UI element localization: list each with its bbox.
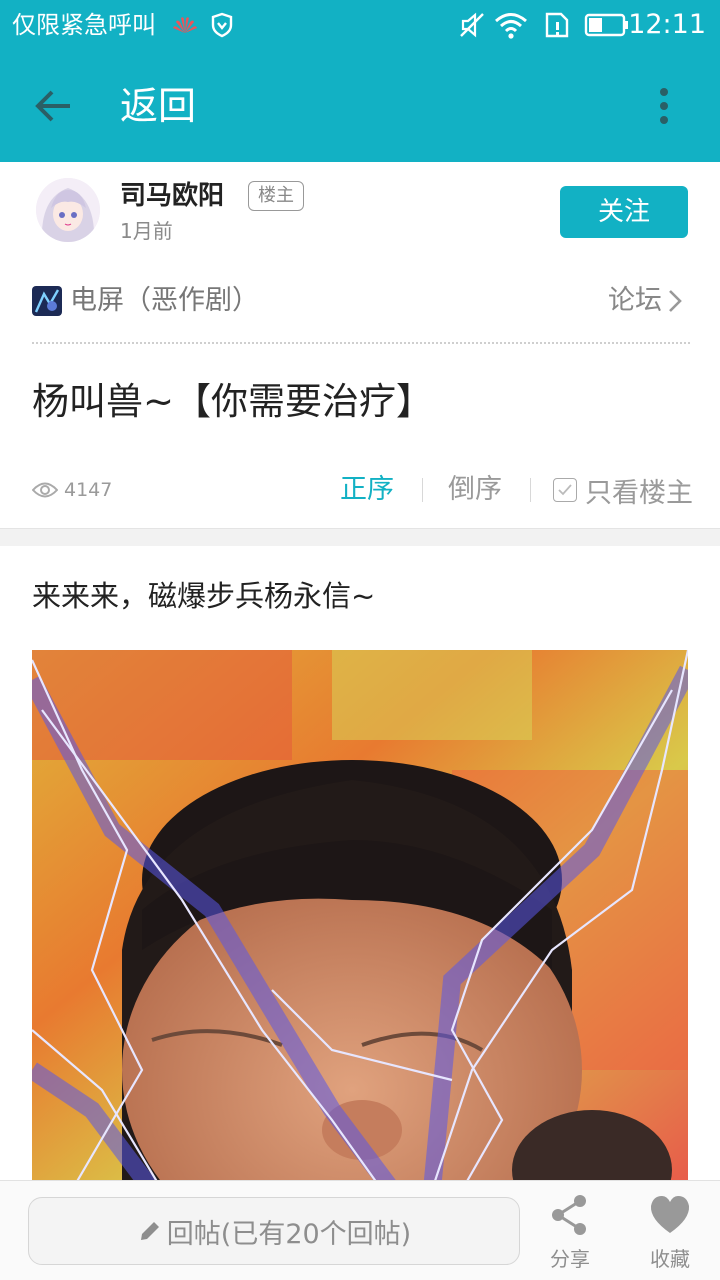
app-bar: 返回	[0, 50, 720, 162]
checkbox-icon[interactable]	[553, 478, 577, 502]
no-sim-icon	[544, 10, 570, 40]
reply-button[interactable]: 回帖(已有20个回帖)	[28, 1197, 520, 1265]
forum-link-label: 论坛	[608, 285, 662, 316]
status-bar: 仅限紧急呼叫 12:11	[0, 0, 720, 50]
sort-descending-tab[interactable]: 倒序	[448, 470, 502, 510]
post-title: 杨叫兽~【你需要治疗】	[32, 380, 434, 423]
only-owner-label: 只看楼主	[585, 477, 693, 509]
post-body-text: 来来来，磁爆步兵杨永信~	[32, 579, 376, 613]
post-time: 1月前	[120, 219, 173, 243]
share-label: 分享	[550, 1247, 590, 1271]
only-owner-toggle[interactable]: 只看楼主	[553, 470, 693, 510]
reply-label: 回帖(已有20个回帖)	[166, 1218, 412, 1250]
author-avatar[interactable]	[36, 178, 100, 242]
section-divider	[0, 528, 720, 546]
wifi-icon	[494, 10, 528, 40]
mute-icon	[458, 10, 486, 40]
owner-badge: 楼主	[248, 181, 304, 211]
forum-link[interactable]: 论坛	[608, 282, 682, 320]
view-count-value: 4147	[64, 479, 113, 501]
more-options-icon[interactable]	[652, 84, 676, 128]
share-icon	[552, 1195, 586, 1235]
pencil-icon	[140, 1222, 159, 1240]
forum-icon[interactable]	[32, 286, 62, 316]
separator	[422, 478, 423, 502]
post-image[interactable]	[32, 650, 688, 1190]
sort-ascending-tab[interactable]: 正序	[340, 470, 394, 510]
battery-icon	[584, 10, 630, 40]
vpn-shield-icon	[210, 10, 234, 40]
favorite-button[interactable]: 收藏	[640, 1193, 700, 1272]
divider	[32, 342, 690, 344]
huawei-logo-icon	[172, 10, 198, 40]
eye-icon	[32, 482, 58, 498]
chevron-right-icon	[669, 290, 682, 312]
share-button[interactable]: 分享	[540, 1193, 600, 1272]
follow-button[interactable]: 关注	[560, 186, 688, 238]
separator	[530, 478, 531, 502]
carrier-text: 仅限紧急呼叫	[12, 11, 156, 39]
view-count: 4147	[32, 474, 112, 506]
author-name[interactable]: 司马欧阳	[120, 178, 224, 214]
bottom-bar: 回帖(已有20个回帖) 分享 收藏	[0, 1180, 720, 1280]
forum-name[interactable]: 电屏（恶作剧）	[70, 282, 259, 320]
clock-text: 12:11	[628, 9, 706, 40]
back-label[interactable]: 返回	[120, 80, 196, 132]
favorite-label: 收藏	[650, 1247, 690, 1271]
heart-icon	[650, 1196, 690, 1233]
back-arrow-icon[interactable]	[32, 84, 76, 128]
